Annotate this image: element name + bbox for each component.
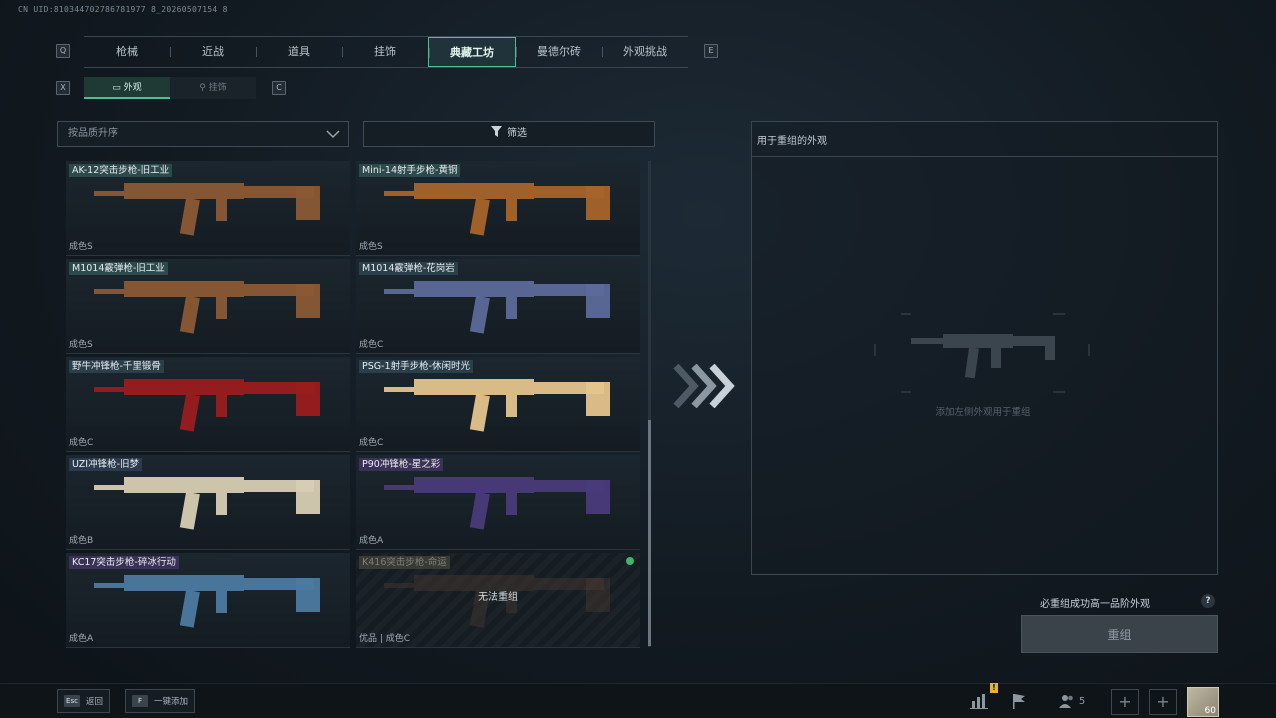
sort-dropdown[interactable]: 按品质升序 xyxy=(57,121,349,147)
tab-workshop[interactable]: 典藏工坊 xyxy=(428,37,516,67)
chevrons-right-icon xyxy=(673,364,735,408)
subtab-charm[interactable]: ⚲ 挂饰 xyxy=(170,77,256,99)
currency-item[interactable]: 60 xyxy=(1187,687,1219,717)
skin-name: K416突击步枪-命运 xyxy=(359,556,450,569)
skin-grade: 成色A xyxy=(69,634,94,644)
skin-name: M1014霰弹枪-花岗岩 xyxy=(359,262,458,275)
subtab-skin[interactable]: ▭ 外观 xyxy=(84,77,170,99)
status-dot xyxy=(626,557,634,565)
prev-tab-key[interactable]: Q xyxy=(56,44,70,58)
skin-card: K416突击步枪-命运 优品 | 成色C 无法重组 xyxy=(356,553,640,648)
friends-button[interactable]: 5 xyxy=(1050,687,1094,715)
esc-key: Esc xyxy=(64,695,80,707)
divider xyxy=(752,156,1218,157)
filter-label: 筛选 xyxy=(507,128,527,139)
subtab-skin-label: 外观 xyxy=(123,83,142,93)
currency-count: 60 xyxy=(1204,706,1216,716)
help-icon[interactable]: ? xyxy=(1201,594,1215,608)
skin-grade: 成色C xyxy=(359,438,384,448)
skin-name: PSG-1射手步枪-休闲时光 xyxy=(359,360,474,373)
prev-subtab-key[interactable]: X xyxy=(56,81,70,95)
skin-name: Mini-14射手步枪-黄铜 xyxy=(359,164,461,177)
sub-tabs: ▭ 外观 ⚲ 挂饰 xyxy=(84,77,256,99)
skin-card[interactable]: P90冲锋枪-星之彩 成色A xyxy=(356,455,640,550)
sort-label: 按品质升序 xyxy=(68,128,118,139)
skin-grade: 成色S xyxy=(69,340,93,350)
skin-card[interactable]: AK-12突击步枪-旧工业 成色S xyxy=(66,161,350,256)
skin-name: AK-12突击步枪-旧工业 xyxy=(69,164,173,177)
friends-icon xyxy=(1058,695,1073,708)
rifle-silhouette-icon xyxy=(911,334,1055,379)
f-key: F xyxy=(132,695,148,707)
main-tabs: 枪械 近战 道具 挂饰 典藏工坊 曼德尔砖 外观挑战 xyxy=(84,36,688,68)
cannot-merge-label: 无法重组 xyxy=(478,592,518,603)
add-slot-button-2[interactable]: + xyxy=(1149,689,1177,715)
chevron-down-icon xyxy=(326,130,340,139)
panel-hint: 添加左侧外观用于重组 xyxy=(935,407,1031,418)
friends-count: 5 xyxy=(1078,695,1086,707)
skin-name: UZI冲锋枪-旧梦 xyxy=(69,458,143,471)
skin-grade: 成色C xyxy=(359,340,384,350)
skin-name: P90冲锋枪-星之彩 xyxy=(359,458,444,471)
filter-button[interactable]: 筛选 xyxy=(363,121,655,147)
skin-icon: ▭ xyxy=(112,83,124,93)
add-all-label: 一键添加 xyxy=(154,697,189,707)
skin-grid: AK-12突击步枪-旧工业 成色S Mini-14射手步枪-黄铜 成色S M1014霰弹… xyxy=(66,161,642,649)
player-uid: CN UID:810344702786781977 8_20260507154 … xyxy=(18,5,228,14)
tab-charms[interactable]: 挂饰 xyxy=(342,37,428,67)
next-subtab-key[interactable]: C xyxy=(272,81,286,95)
tab-guns[interactable]: 枪械 xyxy=(84,37,170,67)
tab-items[interactable]: 道具 xyxy=(256,37,342,67)
back-label: 返回 xyxy=(86,697,104,707)
skin-grade: 成色S xyxy=(69,242,93,252)
skin-grade: 成色B xyxy=(69,536,94,546)
flag-icon[interactable] xyxy=(1001,687,1037,715)
skin-name: M1014霰弹枪-旧工业 xyxy=(69,262,168,275)
skin-grade: 优品 | 成色C xyxy=(359,634,411,644)
merge-slot[interactable] xyxy=(873,310,1091,396)
tab-melee[interactable]: 近战 xyxy=(170,37,256,67)
subtab-charm-label: 挂饰 xyxy=(208,83,227,93)
skin-name: KC17突击步枪-碎冰行动 xyxy=(69,556,179,569)
skin-card[interactable]: M1014霰弹枪-旧工业 成色S xyxy=(66,259,350,354)
skin-card[interactable]: Mini-14射手步枪-黄铜 成色S xyxy=(356,161,640,256)
skin-name: 野牛冲锋枪-千里锻骨 xyxy=(69,360,164,373)
skin-card[interactable]: UZI冲锋枪-旧梦 成色B xyxy=(66,455,350,550)
add-slot-button-1[interactable]: + xyxy=(1111,689,1139,715)
skin-card[interactable]: PSG-1射手步枪-休闲时光 成色C xyxy=(356,357,640,452)
add-all-button[interactable]: F 一键添加 xyxy=(125,689,196,713)
notification-badge: ! xyxy=(990,683,998,693)
back-button[interactable]: Esc 返回 xyxy=(57,689,111,713)
scrollbar-thumb[interactable] xyxy=(648,420,651,646)
tab-skin-challenge[interactable]: 外观挑战 xyxy=(602,37,688,67)
skin-card[interactable]: KC17突击步枪-碎冰行动 成色A xyxy=(66,553,350,648)
requirement-text: 必重组成功高一品阶外观 xyxy=(1040,599,1150,610)
panel-title: 用于重组的外观 xyxy=(757,136,827,147)
skin-card[interactable]: 野牛冲锋枪-千里锻骨 成色C xyxy=(66,357,350,452)
tab-mandel-brick[interactable]: 曼德尔砖 xyxy=(516,37,602,67)
merge-button[interactable]: 重组 xyxy=(1021,615,1218,653)
next-tab-key[interactable]: E xyxy=(704,44,718,58)
charm-icon: ⚲ xyxy=(199,83,209,93)
skin-grade: 成色S xyxy=(359,242,383,252)
filter-icon xyxy=(491,126,502,137)
skin-grade: 成色C xyxy=(69,438,94,448)
skin-grade: 成色A xyxy=(359,536,384,546)
skin-card[interactable]: M1014霰弹枪-花岗岩 成色C xyxy=(356,259,640,354)
